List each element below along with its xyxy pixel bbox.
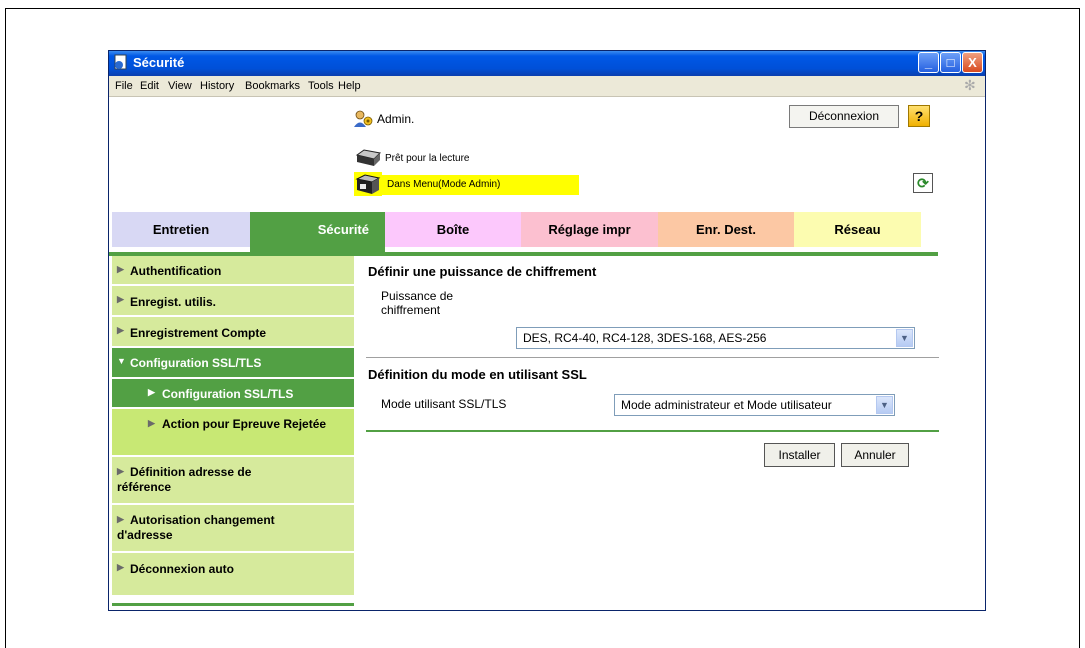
tab-entretien[interactable]: Entretien xyxy=(112,212,250,247)
sidebar-item-configuration-ssl-tls[interactable]: ▼ Configuration SSL/TLS xyxy=(112,348,354,379)
arrow-right-icon: ▶ xyxy=(148,387,155,397)
section-divider xyxy=(366,357,939,358)
menu-edit[interactable]: Edit xyxy=(140,80,159,92)
sidebar-item-label: Authentification xyxy=(130,264,222,278)
arrow-right-icon: ▶ xyxy=(117,264,124,274)
mode-status: Dans Menu(Mode Admin) xyxy=(382,175,579,195)
sidebar-item-label: Enregistrement Compte xyxy=(130,326,267,340)
logout-button[interactable]: Déconnexion xyxy=(789,105,899,128)
sidebar-subitem-configuration-ssl-tls[interactable]: ▶ Configuration SSL/TLS xyxy=(112,379,354,409)
sidebar-divider xyxy=(112,603,354,606)
menu-bookmarks[interactable]: Bookmarks xyxy=(245,80,300,92)
sidebar: ▶ Authentification ▶ Enregist. utilis. ▶… xyxy=(109,256,354,610)
arrow-right-icon: ▶ xyxy=(117,325,124,335)
sidebar-item-authentification[interactable]: ▶ Authentification xyxy=(112,256,354,286)
sidebar-item-label: Déconnexion auto xyxy=(130,562,235,576)
section-ssl-title: Définition du mode en utilisant SSL xyxy=(368,367,587,382)
sidebar-item-label: Configuration SSL/TLS xyxy=(162,387,294,401)
arrow-down-icon: ▼ xyxy=(117,356,126,366)
ssl-mode-select[interactable]: Mode administrateur et Mode utilisateur … xyxy=(614,394,895,416)
maximize-button[interactable]: □ xyxy=(940,52,961,73)
ready-status: Prêt pour la lecture xyxy=(385,153,470,164)
form-divider xyxy=(366,430,939,432)
sidebar-item-label: Autorisation changement d'adresse xyxy=(117,513,275,542)
admin-user-icon xyxy=(354,110,373,127)
main-panel: Définir une puissance de chiffrement Pui… xyxy=(354,256,944,610)
title-bar[interactable]: Sécurité _ □ X xyxy=(109,51,985,76)
tab-bar: Entretien Sécurité Boîte Réglage impr En… xyxy=(109,212,985,252)
menu-view[interactable]: View xyxy=(168,80,192,92)
tab-boite[interactable]: Boîte xyxy=(385,212,521,247)
printer-admin-icon xyxy=(354,172,382,196)
menu-help[interactable]: Help xyxy=(338,80,361,92)
sidebar-item-label: Configuration SSL/TLS xyxy=(130,356,262,370)
encryption-label: Puissance de chiffrement xyxy=(381,289,454,317)
sidebar-item-label: Enregist. utilis. xyxy=(130,295,217,309)
arrow-right-icon: ▶ xyxy=(117,294,124,304)
menu-tools[interactable]: Tools xyxy=(308,80,334,92)
arrow-right-icon: ▶ xyxy=(117,562,124,572)
refresh-icon[interactable]: ⟳ xyxy=(913,173,933,193)
sidebar-item-definition-adresse[interactable]: ▶ Définition adresse de référence xyxy=(112,457,354,505)
page-icon xyxy=(114,54,127,70)
ssl-mode-select-value: Mode administrateur et Mode utilisateur xyxy=(621,398,832,412)
encryption-select-value: DES, RC4-40, RC4-128, 3DES-168, AES-256 xyxy=(523,331,767,345)
encryption-select[interactable]: DES, RC4-40, RC4-128, 3DES-168, AES-256 … xyxy=(516,327,915,349)
menu-history[interactable]: History xyxy=(200,80,234,92)
sidebar-item-label: Définition adresse de référence xyxy=(117,465,252,494)
printer-ready-icon xyxy=(355,149,382,166)
ssl-mode-label: Mode utilisant SSL/TLS xyxy=(381,397,507,411)
install-button[interactable]: Installer xyxy=(764,443,835,467)
sidebar-subitem-action-epreuve-rejetee[interactable]: ▶ Action pour Epreuve Rejetée xyxy=(112,409,354,457)
minimize-button[interactable]: _ xyxy=(918,52,939,73)
tab-reglage-impr[interactable]: Réglage impr xyxy=(521,212,658,247)
sidebar-item-enregistrement-compte[interactable]: ▶ Enregistrement Compte xyxy=(112,317,354,348)
tab-enr-dest[interactable]: Enr. Dest. xyxy=(658,212,794,247)
sidebar-item-enregist-utilis[interactable]: ▶ Enregist. utilis. xyxy=(112,286,354,317)
section-encryption-title: Définir une puissance de chiffrement xyxy=(368,264,597,279)
sidebar-item-autorisation-changement[interactable]: ▶ Autorisation changement d'adresse xyxy=(112,505,354,553)
cancel-button[interactable]: Annuler xyxy=(841,443,909,467)
help-button[interactable]: ? xyxy=(908,105,930,127)
close-button[interactable]: X xyxy=(962,52,983,73)
admin-label: Admin. xyxy=(377,112,415,126)
browser-window: Sécurité _ □ X File Edit View History Bo… xyxy=(108,50,986,611)
menu-file[interactable]: File xyxy=(115,80,133,92)
tab-securite[interactable]: Sécurité xyxy=(250,212,385,252)
tab-reseau[interactable]: Réseau xyxy=(794,212,921,247)
menu-bar: File Edit View History Bookmarks Tools H… xyxy=(109,76,985,97)
sidebar-item-deconnexion-auto[interactable]: ▶ Déconnexion auto xyxy=(112,553,354,597)
sidebar-item-label: Action pour Epreuve Rejetée xyxy=(162,417,327,431)
page-content: Admin. Déconnexion ? Prêt pour la lectur… xyxy=(109,97,985,610)
throbber-icon: ✻ xyxy=(964,77,976,93)
window-title: Sécurité xyxy=(133,55,185,70)
chevron-down-icon[interactable]: ▼ xyxy=(896,329,913,347)
chevron-down-icon[interactable]: ▼ xyxy=(876,396,893,414)
